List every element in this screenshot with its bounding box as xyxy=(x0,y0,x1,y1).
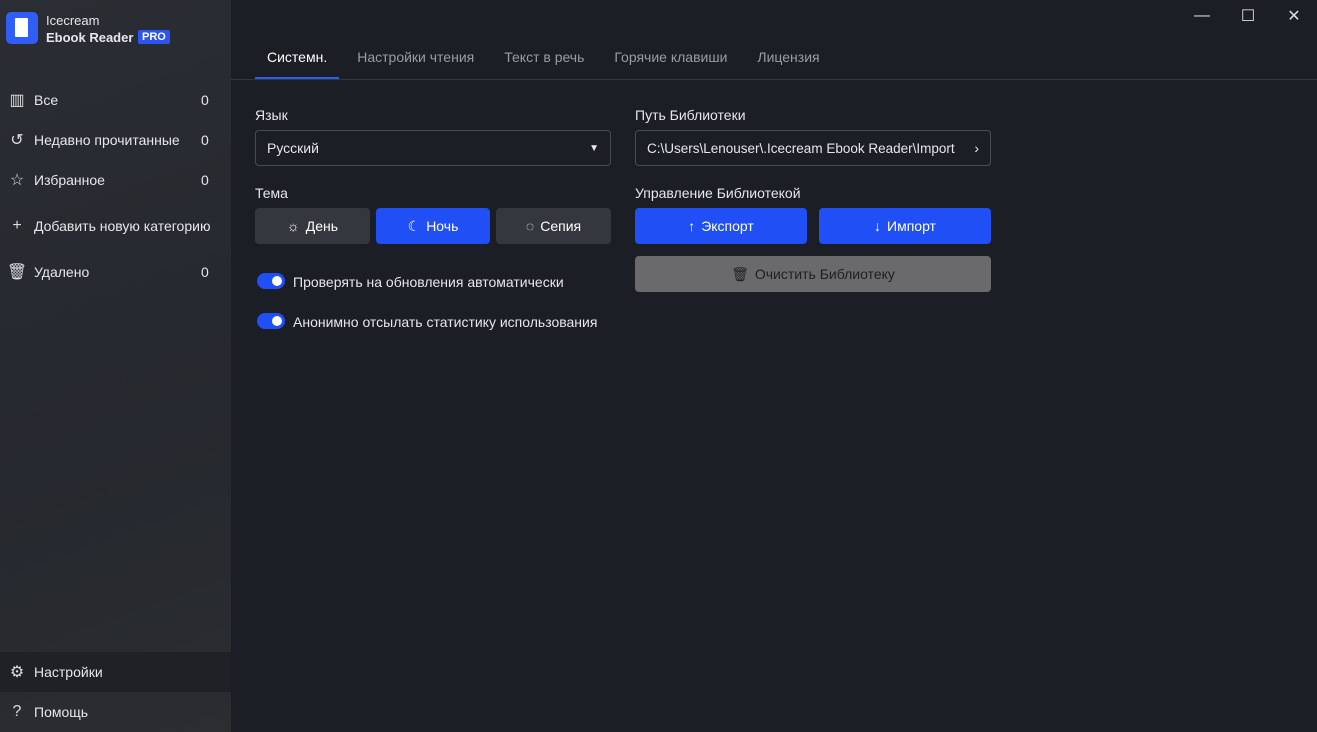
tab-tts[interactable]: Текст в речь xyxy=(492,40,596,80)
export-button[interactable]: ↑ Экспорт xyxy=(635,208,807,244)
maximize-icon[interactable]: ☐ xyxy=(1225,0,1271,32)
plus-icon: + xyxy=(12,217,22,234)
book-open-icon: ▥ xyxy=(9,92,25,109)
gear-icon: ⚙ xyxy=(9,664,25,681)
import-button[interactable]: ↓ Импорт xyxy=(819,208,991,244)
theme-night-button[interactable]: ☾ Ночь xyxy=(376,208,490,244)
language-select[interactable]: Русский ▼ xyxy=(255,130,611,166)
close-icon[interactable]: ✕ xyxy=(1271,0,1317,32)
history-icon: ↺ xyxy=(10,132,24,149)
tab-license[interactable]: Лицензия xyxy=(745,40,831,80)
library-path-label: Путь Библиотеки xyxy=(635,107,746,123)
help-icon: ? xyxy=(12,703,22,720)
library-manage-label: Управление Библиотекой xyxy=(635,185,801,201)
sidebar-item-help[interactable]: ? Помощь xyxy=(0,692,231,732)
tab-reading[interactable]: Настройки чтения xyxy=(345,40,486,80)
language-label: Язык xyxy=(255,107,288,123)
app-logo-icon xyxy=(6,12,38,44)
trash-icon: 🗑 xyxy=(6,264,28,281)
sidebar-item-deleted[interactable]: 🗑 Удалено 0 xyxy=(0,252,231,292)
clear-library-button[interactable]: 🗑 Очистить Библиотеку xyxy=(635,256,991,292)
statistics-toggle[interactable] xyxy=(257,313,285,329)
pro-badge: PRO xyxy=(138,30,170,44)
theme-day-button[interactable]: ☼ День xyxy=(255,208,370,244)
star-icon: ☆ xyxy=(9,172,25,189)
settings-panel: — ☐ ✕ Системн. Настройки чтения Текст в … xyxy=(231,0,1317,732)
library-path-field[interactable]: C:\Users\Lenouser\.Icecream Ebook Reader… xyxy=(635,130,991,166)
add-category-button[interactable]: + Добавить новую категорию xyxy=(0,206,231,246)
theme-sepia-button[interactable]: ◌ Сепия xyxy=(496,208,611,244)
auto-update-label: Проверять на обновления автоматически xyxy=(293,274,564,290)
sun-icon: ☼ xyxy=(286,218,300,234)
sidebar-item-recent[interactable]: ↺ Недавно прочитанные 0 xyxy=(0,120,231,160)
sidebar-item-favorites[interactable]: ☆ Избранное 0 xyxy=(0,160,231,200)
minimize-icon[interactable]: — xyxy=(1179,0,1225,32)
moon-icon: ☾ xyxy=(407,217,421,234)
sepia-icon: ◌ xyxy=(525,218,535,234)
arrow-down-icon: ↓ xyxy=(874,218,882,234)
tab-system[interactable]: Системн. xyxy=(255,40,340,80)
app-name: Icecream xyxy=(46,13,100,28)
divider xyxy=(231,79,1317,80)
chevron-right-icon: › xyxy=(974,140,979,156)
caret-down-icon: ▼ xyxy=(589,142,599,154)
theme-label: Тема xyxy=(255,185,288,201)
statistics-label: Анонимно отсылать статистику использован… xyxy=(293,314,598,330)
tab-hotkeys[interactable]: Горячие клавиши xyxy=(602,40,739,80)
auto-update-toggle[interactable] xyxy=(257,273,285,289)
sidebar: Icecream Ebook Reader PRO ▥ Все 0 ↺ Недавно… xyxy=(0,0,231,732)
arrow-up-icon: ↑ xyxy=(688,218,696,234)
sidebar-item-settings[interactable]: ⚙ Настройки xyxy=(0,652,231,692)
app-name-2: Ebook Reader xyxy=(46,30,134,45)
sidebar-item-all[interactable]: ▥ Все 0 xyxy=(0,80,231,120)
trash-icon: 🗑 xyxy=(731,265,749,282)
